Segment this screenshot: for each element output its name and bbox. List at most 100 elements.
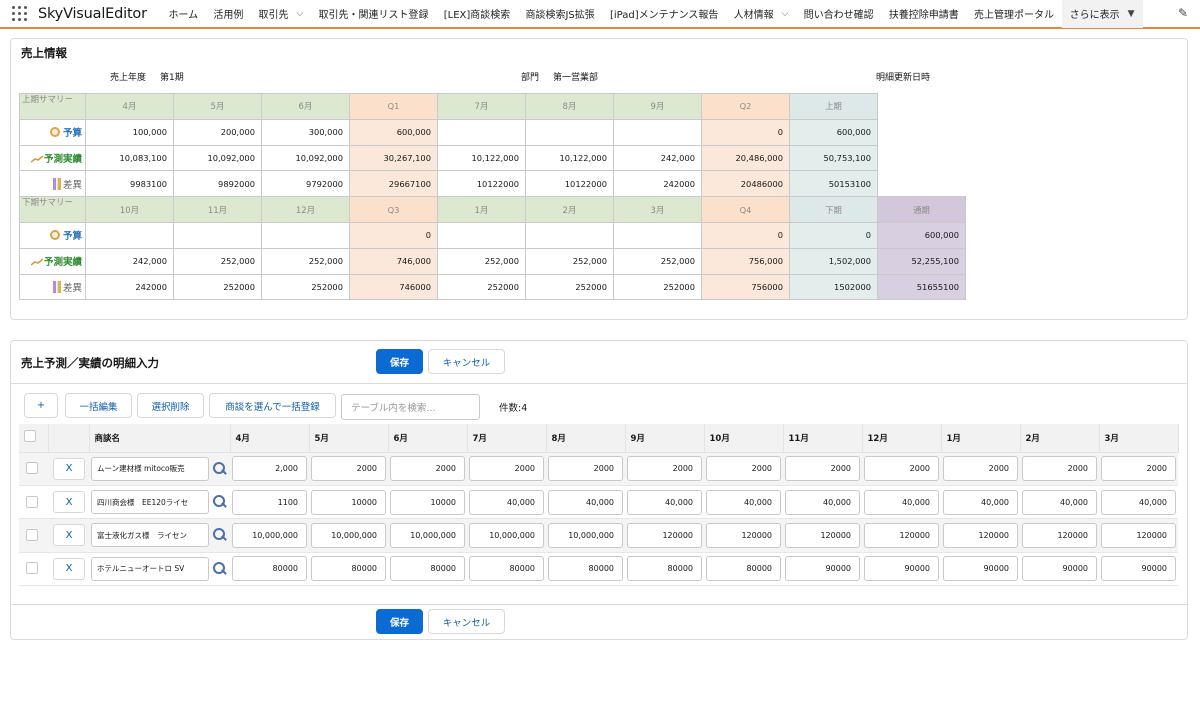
month-value-input[interactable]: 2000: [706, 456, 781, 482]
edit-nav-pencil-icon[interactable]: ✎: [1178, 6, 1188, 20]
month-value-input[interactable]: 10000: [390, 489, 465, 515]
month-value-input[interactable]: 10,000,000: [469, 522, 544, 548]
opportunity-name-input[interactable]: ムーン建材様 mitoco販売: [91, 456, 209, 481]
month-value-input[interactable]: 120000: [1022, 522, 1097, 548]
month-value-input[interactable]: 2000: [864, 456, 939, 482]
delete-selected-button[interactable]: 選択削除: [137, 393, 204, 418]
month-value-input[interactable]: 2000: [469, 456, 544, 482]
nav-item[interactable]: 商談検索JS拡張: [518, 0, 602, 28]
nav-item[interactable]: [LEX]商談検索: [436, 0, 518, 28]
summary-value-cell: 0: [789, 221, 878, 249]
nav-item[interactable]: 取引先・関連リスト登録: [311, 0, 436, 28]
cancel-button-top[interactable]: キャンセル: [428, 349, 505, 374]
nav-item[interactable]: 人材情報 ⌵: [726, 0, 796, 28]
app-launcher-icon[interactable]: [0, 0, 38, 28]
lookup-search-icon[interactable]: [212, 527, 228, 543]
month-value-input[interactable]: 80000: [469, 556, 544, 582]
lookup-search-icon[interactable]: [212, 494, 228, 510]
table-search-input[interactable]: テーブル内を検索...: [341, 394, 480, 420]
opportunity-name-input[interactable]: ホテルニューオートロ SV: [91, 556, 209, 581]
month-value-input[interactable]: 40,000: [627, 489, 702, 515]
chevron-down-icon[interactable]: ⌵: [297, 9, 304, 19]
opportunity-name-input[interactable]: 富士液化ガス様 ライセン: [91, 523, 209, 548]
month-value-input[interactable]: 90000: [785, 556, 860, 582]
summary-row-label: 差異: [19, 273, 86, 301]
summary-row: 予測実績 242,000 252,000 252,000 746,000 252,000 2…: [19, 247, 966, 275]
nav-item[interactable]: 取引先 ⌵: [251, 0, 311, 28]
month-value-input[interactable]: 120000: [785, 522, 860, 548]
delete-row-button[interactable]: X: [53, 557, 85, 580]
delete-row-button[interactable]: X: [53, 524, 85, 547]
month-value-input[interactable]: 90000: [1022, 556, 1097, 582]
lookup-search-icon[interactable]: [212, 461, 228, 477]
month-value-input[interactable]: 10,000,000: [390, 522, 465, 548]
nav-item[interactable]: [iPad]メンテナンス報告: [602, 0, 726, 28]
month-value-input[interactable]: 2000: [548, 456, 623, 482]
summary-column-header: 3月: [613, 196, 702, 223]
row-checkbox[interactable]: [26, 528, 38, 541]
month-value-input[interactable]: 2000: [943, 456, 1018, 482]
month-value-input[interactable]: 90000: [864, 556, 939, 582]
month-value-input[interactable]: 90000: [943, 556, 1018, 582]
month-value-input[interactable]: 40,000: [785, 489, 860, 515]
month-value-input[interactable]: 40,000: [706, 489, 781, 515]
month-value-input[interactable]: 120000: [627, 522, 702, 548]
month-value-input[interactable]: 80000: [627, 556, 702, 582]
nav-item[interactable]: ホーム: [161, 0, 206, 28]
month-value-input[interactable]: 2000: [785, 456, 860, 482]
add-row-button[interactable]: +: [24, 393, 58, 418]
month-value-input[interactable]: 40,000: [943, 489, 1018, 515]
save-button-bottom[interactable]: 保存: [376, 609, 423, 634]
bulk-register-button[interactable]: 商談を選んで一括登録: [209, 393, 336, 418]
month-value-input[interactable]: 90000: [1101, 556, 1176, 582]
nav-item[interactable]: 売上管理ポータル: [966, 0, 1061, 28]
month-value-input[interactable]: 80000: [232, 556, 307, 582]
row-checkbox[interactable]: [26, 462, 38, 475]
lookup-search-icon[interactable]: [212, 561, 228, 577]
delete-row-button[interactable]: X: [53, 491, 85, 514]
row-checkbox[interactable]: [26, 495, 38, 508]
month-value-input[interactable]: 120000: [706, 522, 781, 548]
opportunity-name-cell: ムーン建材様 mitoco販売: [89, 452, 230, 486]
nav-item[interactable]: 扶養控除申請書: [881, 0, 966, 28]
month-value-input[interactable]: 120000: [1101, 522, 1176, 548]
month-value-cell: 10,000,000: [546, 518, 625, 553]
month-value-input[interactable]: 10000: [311, 489, 386, 515]
month-value-input[interactable]: 2000: [1022, 456, 1097, 482]
month-value-input[interactable]: 10,000,000: [548, 522, 623, 548]
row-checkbox[interactable]: [26, 562, 38, 575]
delete-row-button[interactable]: X: [53, 457, 85, 480]
month-value-input[interactable]: 80000: [390, 556, 465, 582]
summary-value-cell: [261, 221, 350, 249]
chevron-down-icon[interactable]: ⌵: [782, 9, 789, 19]
select-all-checkbox[interactable]: [24, 430, 36, 443]
summary-value-cell: 756,000: [701, 247, 790, 275]
month-value-input[interactable]: 40,000: [1101, 489, 1176, 515]
month-value-input[interactable]: 1100: [232, 489, 307, 515]
nav-item[interactable]: 活用例: [206, 0, 251, 28]
month-value-input[interactable]: 2,000: [232, 456, 307, 482]
month-value-input[interactable]: 120000: [943, 522, 1018, 548]
month-value-input[interactable]: 80000: [706, 556, 781, 582]
month-value-input[interactable]: 40,000: [469, 489, 544, 515]
save-button-top[interactable]: 保存: [376, 349, 423, 374]
month-value-cell: 40,000: [625, 485, 704, 520]
month-value-input[interactable]: 80000: [311, 556, 386, 582]
month-value-input[interactable]: 120000: [864, 522, 939, 548]
opportunity-name-input[interactable]: 四川商会様 EE120ライセ: [91, 490, 209, 515]
month-value-input[interactable]: 10,000,000: [311, 522, 386, 548]
bulk-edit-button[interactable]: 一括編集: [65, 393, 132, 418]
cancel-button-bottom[interactable]: キャンセル: [428, 609, 505, 634]
month-value-input[interactable]: 80000: [548, 556, 623, 582]
month-value-input[interactable]: 40,000: [864, 489, 939, 515]
month-value-input[interactable]: 2000: [1101, 456, 1176, 482]
caret-down-icon: ▼: [1127, 8, 1135, 19]
month-value-input[interactable]: 40,000: [1022, 489, 1097, 515]
month-value-input[interactable]: 2000: [390, 456, 465, 482]
month-value-input[interactable]: 2000: [627, 456, 702, 482]
month-value-input[interactable]: 40,000: [548, 489, 623, 515]
nav-more-menu[interactable]: さらに表示 ▼: [1061, 0, 1143, 28]
nav-item[interactable]: 問い合わせ確認: [796, 0, 881, 28]
month-value-input[interactable]: 10,000,000: [232, 522, 307, 548]
month-value-input[interactable]: 2000: [311, 456, 386, 482]
